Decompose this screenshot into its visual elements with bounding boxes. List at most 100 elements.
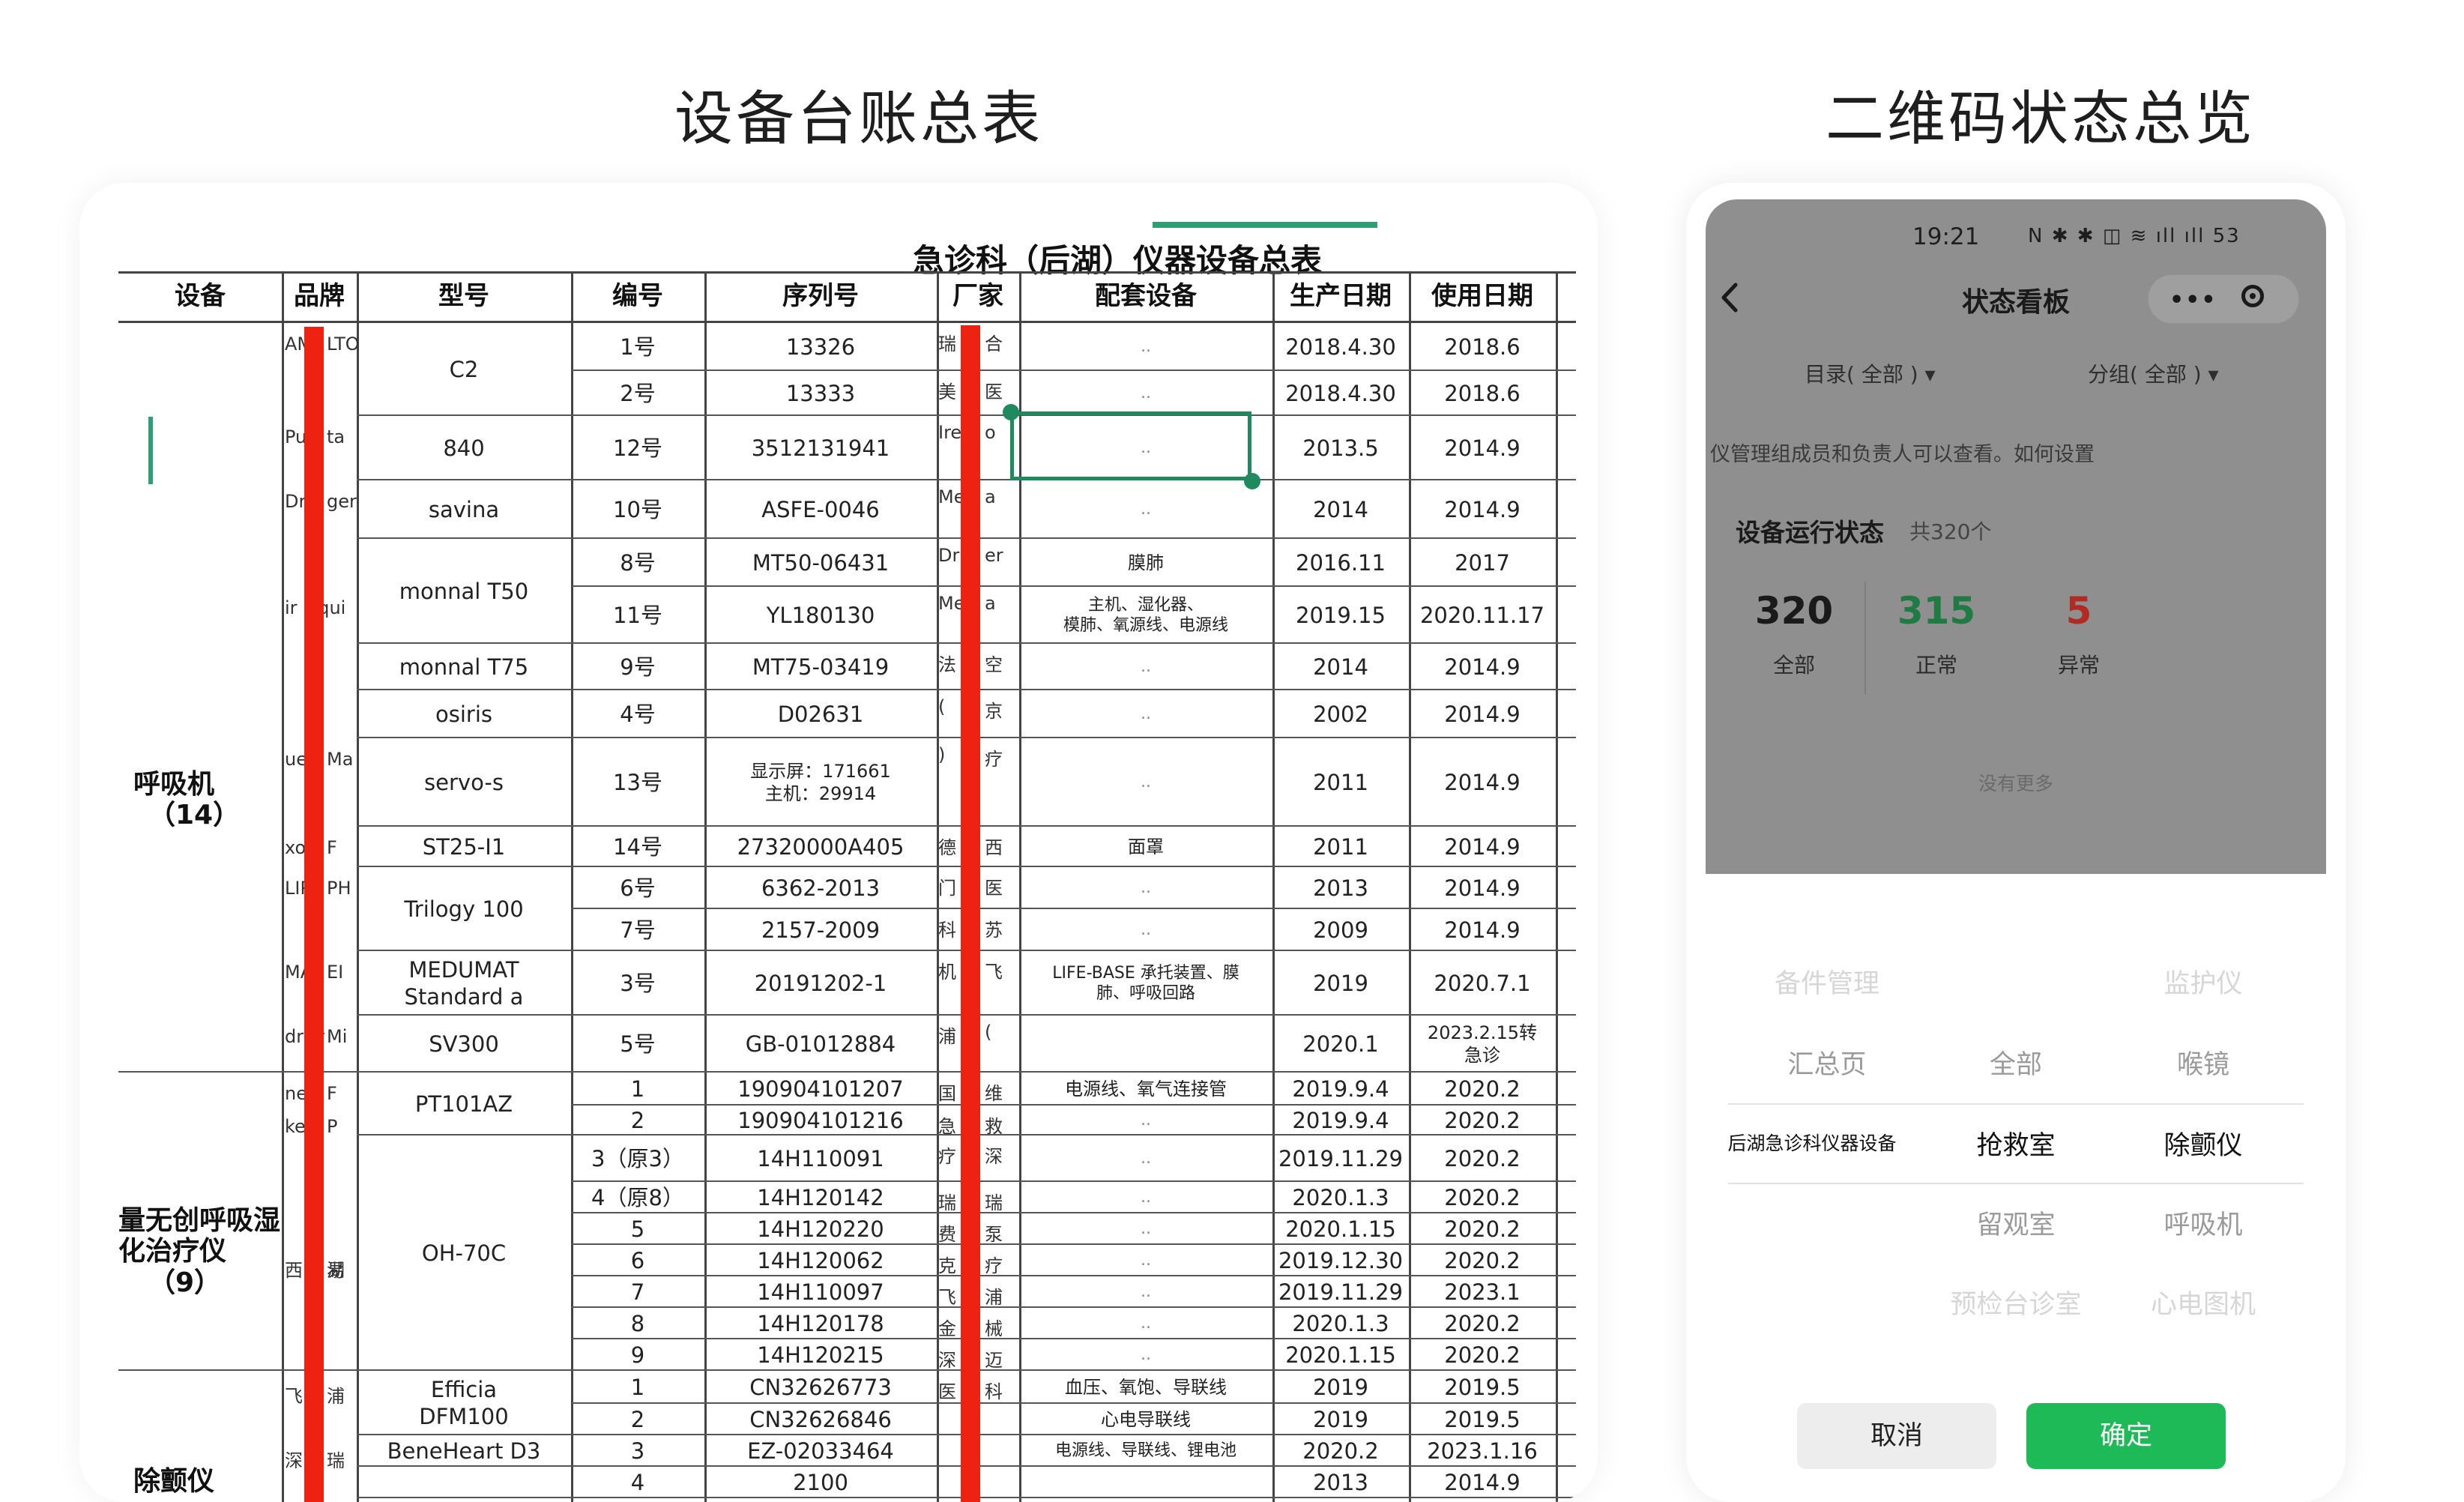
table-cell-model[interactable]: PT101AZ (357, 1073, 571, 1135)
picker-col3-item[interactable]: 监护仪 (2106, 962, 2301, 1001)
table-cell-prod[interactable]: 2019.11.29 (1272, 1276, 1409, 1308)
table-cell-use[interactable]: 2020.11.17 (1409, 587, 1556, 644)
table-row[interactable]: 4（原8） 14H120142.. 2020.1.3 2020.2 (118, 1182, 1576, 1213)
table-cell-no[interactable]: 6号 (571, 867, 704, 909)
table-cell-serial[interactable]: 190904101207 (704, 1073, 937, 1106)
table-cell-prod[interactable]: 2002 (1272, 690, 1409, 738)
permission-hint[interactable]: 仪管理组成员和负责人可以查看。如何设置 (1710, 438, 2095, 467)
table-cell-prod[interactable]: 2011 (1272, 738, 1409, 827)
table-cell-acc[interactable]: .. (1019, 738, 1272, 827)
table-cell-no[interactable]: 2 (571, 1106, 704, 1135)
table-cell-prod[interactable]: 2019 (1272, 951, 1409, 1016)
table-cell-prod[interactable]: 2014 (1272, 480, 1409, 539)
table-cell-use[interactable]: 2017 (1409, 539, 1556, 587)
table-row[interactable]: 2号 13333.. 2018.4.30 2018.6 (118, 371, 1576, 416)
table-cell-prod[interactable]: 2018.4.30 (1272, 371, 1409, 416)
table-cell-prod[interactable]: 2009 (1272, 909, 1409, 951)
table-cell-acc[interactable]: .. (1019, 371, 1272, 416)
table-cell-no[interactable]: 14号 (571, 827, 704, 867)
table-cell-use[interactable]: 2020.2 (1409, 1213, 1556, 1245)
table-cell-no[interactable]: 7 (571, 1276, 704, 1308)
table-cell-use[interactable]: 2020.2 (1409, 1339, 1556, 1371)
catalog-filter[interactable]: 目录( 全部 ) ▾ (1805, 358, 1936, 388)
table-cell-prod[interactable]: 2019 (1272, 1371, 1409, 1404)
table-cell-use[interactable]: 2014.9 (1409, 867, 1556, 909)
table-cell-acc[interactable]: .. (1019, 480, 1272, 539)
table-cell-acc[interactable]: 面罩 (1019, 827, 1272, 867)
table-cell-prod[interactable]: 2013.5 (1272, 416, 1409, 480)
table-cell-serial[interactable]: 显示屏：171661 主机：29914 (704, 738, 937, 827)
table-cell-no[interactable]: 4 (571, 1467, 704, 1498)
table-cell-prod[interactable]: 2014 (1272, 644, 1409, 690)
table-cell-serial[interactable]: 14H120178 (704, 1308, 937, 1339)
table-cell-serial[interactable]: ASFE-0046 (704, 480, 937, 539)
table-cell-no[interactable]: 9 (571, 1339, 704, 1371)
table-cell-model[interactable]: C2 (357, 323, 571, 416)
table-cell-use[interactable]: 2018.6 (1409, 323, 1556, 371)
table-cell-model[interactable]: BeneHeart D3 (357, 1435, 571, 1467)
table-cell-use[interactable]: 2020.2 (1409, 1073, 1556, 1106)
table-cell-acc[interactable]: .. (1019, 1135, 1272, 1182)
table-cell-model[interactable]: monnal T50 (357, 539, 571, 644)
picker-col2-item[interactable]: 预检台诊室 (1918, 1283, 2113, 1321)
table-cell-prod[interactable]: 2016.11 (1272, 539, 1409, 587)
table-cell-acc[interactable]: .. (1019, 867, 1272, 909)
table-cell-prod[interactable]: 2019.11.29 (1272, 1135, 1409, 1182)
table-cell-use[interactable]: 2014.9 (1409, 1467, 1556, 1498)
table-cell-no[interactable]: 2 (571, 1404, 704, 1435)
table-row[interactable]: 2 CN32626846 心电导联线 2019 2019.5 (118, 1404, 1576, 1435)
table-cell-no[interactable]: 11号 (571, 587, 704, 644)
table-cell-no[interactable]: 4号 (571, 690, 704, 738)
table-cell-no[interactable]: 8 (571, 1308, 704, 1339)
table-row[interactable]: 8 14H120178.. 2020.1.3 2020.2 (118, 1308, 1576, 1339)
table-cell-serial[interactable]: CN32626773 (704, 1371, 937, 1404)
table-cell-no[interactable]: 4（原8） (571, 1182, 704, 1213)
table-cell-use[interactable]: 2014.9 (1409, 416, 1556, 480)
table-cell-use[interactable]: 2020.2 (1409, 1106, 1556, 1135)
table-cell-serial[interactable]: 6362-2013 (704, 867, 937, 909)
table-cell-serial[interactable]: 14H120220 (704, 1213, 937, 1245)
table-cell-acc[interactable] (1019, 1467, 1272, 1498)
table-cell-prod[interactable]: 2019.9.4 (1272, 1106, 1409, 1135)
table-cell-no[interactable]: 3 (571, 1435, 704, 1467)
table-cell-model[interactable] (357, 1467, 571, 1498)
table-cell-serial[interactable]: 13326 (704, 323, 937, 371)
table-cell-acc[interactable] (1019, 1016, 1272, 1073)
table-cell-no[interactable]: 13号 (571, 738, 704, 827)
group-filter[interactable]: 分组( 全部 ) ▾ (2088, 358, 2219, 388)
table-cell-acc[interactable]: .. (1019, 1276, 1272, 1308)
table-cell-model[interactable]: 840 (357, 416, 571, 480)
table-cell-use[interactable]: 2014.9 (1409, 480, 1556, 539)
table-cell-use[interactable]: 2019.5 (1409, 1404, 1556, 1435)
table-cell-acc[interactable]: .. (1019, 644, 1272, 690)
table-cell-no[interactable]: 3（原3） (571, 1135, 704, 1182)
table-cell-model[interactable]: Trilogy 100 (357, 867, 571, 951)
table-cell-serial[interactable]: GB-01012884 (704, 1016, 937, 1073)
table-cell-acc[interactable]: .. (1019, 1182, 1272, 1213)
table-cell-serial[interactable]: MT50-06431 (704, 539, 937, 587)
table-cell-serial[interactable]: 14H110091 (704, 1135, 937, 1182)
picker-col2-selected[interactable]: 抢救室 (1918, 1124, 2113, 1162)
table-row[interactable]: 12号 3512131941.. 2013.5 2014.9 840 (118, 416, 1576, 480)
table-cell-use[interactable]: 2023.1.16 (1409, 1435, 1556, 1467)
table-cell-model[interactable]: servo-s (357, 738, 571, 827)
table-cell-acc[interactable]: 电源线、氧气连接管 (1019, 1073, 1272, 1106)
table-cell-no[interactable]: 10号 (571, 480, 704, 539)
table-row[interactable]: 8号 MT50-06431 膜肺 2016.11 2017 monnal T50 (118, 539, 1576, 604)
table-row[interactable]: 3（原3） 14H110091.. 2019.11.29 2020.2 OH-70C (118, 1135, 1576, 1266)
table-cell-serial[interactable]: D02631 (704, 690, 937, 738)
table-row[interactable]: 3号 20191202-1 LIFE-BASE 承托装置、膜 肺、呼吸回路 2019 2… (118, 951, 1576, 1016)
table-cell-prod[interactable]: 2020.1.15 (1272, 1339, 1409, 1371)
table-cell-model[interactable]: Efficia DFM100 (357, 1371, 571, 1435)
table-cell-prod[interactable]: 2018.4.30 (1272, 323, 1409, 371)
table-cell-prod[interactable]: 2020.2 (1272, 1435, 1409, 1467)
table-cell-no[interactable]: 2号 (571, 371, 704, 416)
table-cell-acc[interactable]: 主机、湿化器、 模肺、氧源线、电源线 (1019, 587, 1272, 644)
selected-cell-box[interactable] (1010, 411, 1251, 480)
table-cell-serial[interactable]: 2157-2009 (704, 909, 937, 951)
table-cell-no[interactable]: 3号 (571, 951, 704, 1016)
table-cell-use[interactable]: 2020.7.1 (1409, 951, 1556, 1016)
table-cell-model[interactable]: ST25-I1 (357, 827, 571, 867)
table-cell-acc[interactable]: .. (1019, 1339, 1272, 1371)
table-cell-use[interactable]: 2018.6 (1409, 371, 1556, 416)
